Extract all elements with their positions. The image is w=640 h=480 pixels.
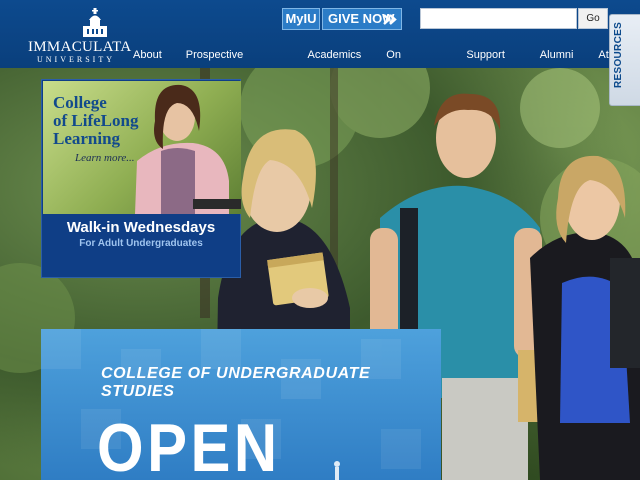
- site-header: IMMACULATA UNIVERSITY MyIU GIVE NOW Go A…: [0, 0, 640, 79]
- promo-learn-more-link[interactable]: Learn more...: [75, 152, 134, 164]
- promo-caption: Walk-in Wednesdays: [66, 219, 216, 236]
- nav-item-alumni[interactable]: Alumni: [540, 46, 574, 64]
- search-input[interactable]: [420, 8, 577, 29]
- search-go-button[interactable]: Go: [578, 8, 608, 29]
- logo-subtitle: UNIVERSITY: [37, 55, 115, 64]
- hero-image: College of LifeLong Learning Learn more.…: [0, 68, 640, 480]
- promo-photo: College of LifeLong Learning Learn more.…: [43, 81, 241, 214]
- undergraduate-studies-panel[interactable]: COLLEGE OF UNDERGRADUATE STUDIES OPEN: [41, 329, 441, 480]
- resources-tab[interactable]: RESOURCES: [609, 14, 640, 106]
- nav-item-support-iu[interactable]: Support IU: [466, 46, 514, 79]
- undergraduate-title: COLLEGE OF UNDERGRADUATE STUDIES: [101, 365, 371, 400]
- promo-title: College of LifeLong Learning: [53, 94, 153, 148]
- promo-title-line-2: of LifeLong: [53, 111, 139, 130]
- main-nav: About Prospective Students Academics On …: [133, 46, 640, 79]
- give-now-button[interactable]: GIVE NOW: [322, 8, 402, 30]
- resources-tab-label: RESOURCES: [613, 21, 624, 88]
- promo-title-line-1: College: [53, 93, 107, 112]
- promo-title-line-3: Learning: [53, 129, 121, 148]
- myiu-button[interactable]: MyIU: [282, 8, 320, 30]
- promo-subcaption: For Adult Undergraduates: [79, 238, 203, 249]
- logo-name: IMMACULATA: [28, 39, 132, 55]
- nav-item-prospective-students[interactable]: Prospective Students: [186, 46, 282, 79]
- chapel-dome-icon: [83, 8, 107, 37]
- nav-item-on-campus[interactable]: On Campus: [386, 46, 440, 79]
- university-logo[interactable]: IMMACULATA UNIVERSITY: [28, 8, 132, 64]
- lifelong-learning-promo[interactable]: College of LifeLong Learning Learn more.…: [41, 79, 241, 278]
- nav-item-academics[interactable]: Academics: [308, 46, 362, 64]
- undergraduate-open-heading: OPEN: [97, 410, 281, 480]
- nav-item-about[interactable]: About: [133, 46, 162, 64]
- double-chevron-right-icon: [383, 14, 397, 25]
